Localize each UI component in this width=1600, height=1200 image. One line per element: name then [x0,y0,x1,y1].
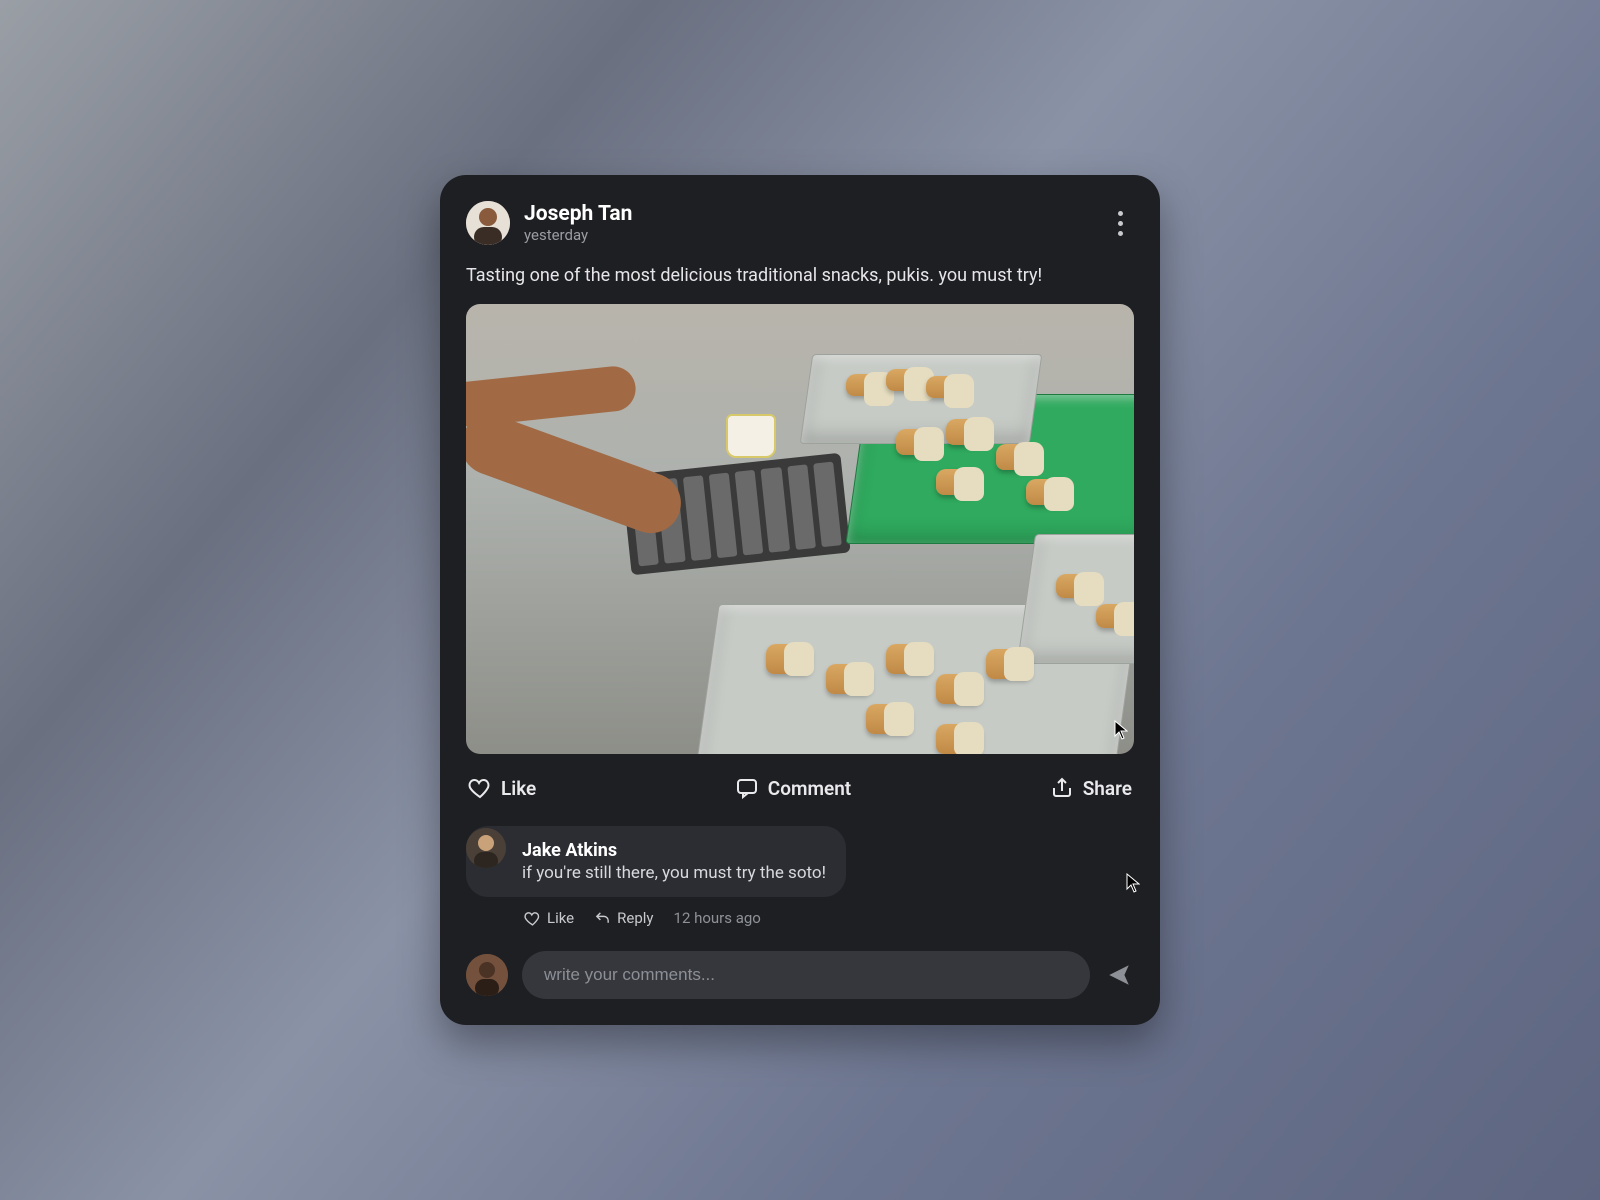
heart-icon [468,776,492,800]
current-user-avatar[interactable] [466,954,508,996]
more-options-button[interactable] [1106,211,1134,236]
comment-button[interactable]: Comment [735,776,851,800]
post-header-text: Joseph Tan yesterday [524,202,1106,244]
post-card: Joseph Tan yesterday Tasting one of the … [440,175,1160,1025]
share-icon [1050,776,1074,800]
comment-like-label: Like [547,909,574,927]
comment-icon [735,776,759,800]
comment-like-button[interactable]: Like [524,909,574,927]
share-button[interactable]: Share [1050,776,1132,800]
reply-icon [594,910,611,927]
dots-icon [1118,211,1123,216]
author-avatar[interactable] [466,201,510,245]
post-actions: Like Comment Share [466,772,1134,804]
post-header: Joseph Tan yesterday [466,201,1134,245]
comment-input[interactable] [522,951,1090,999]
comment-timestamp: 12 hours ago [674,909,761,927]
comment-label: Comment [768,777,851,800]
send-button[interactable] [1104,960,1134,990]
comment-text: if you're still there, you must try the … [522,863,826,883]
commenter-name[interactable]: Jake Atkins [522,840,826,861]
post-timestamp: yesterday [524,226,1106,244]
like-label: Like [501,777,536,800]
like-button[interactable]: Like [468,776,536,800]
comment-composer [466,951,1134,999]
comment-item: Jake Atkins if you're still there, you m… [466,826,1134,927]
share-label: Share [1083,777,1132,800]
author-name[interactable]: Joseph Tan [524,202,1106,226]
comment-bubble: Jake Atkins if you're still there, you m… [466,826,846,897]
heart-icon [524,910,541,927]
send-icon [1106,962,1132,988]
comment-reply-button[interactable]: Reply [594,909,653,927]
comment-actions: Like Reply 12 hours ago [506,909,1134,927]
post-body-text: Tasting one of the most delicious tradit… [466,265,1134,286]
commenter-avatar[interactable] [466,828,506,868]
comment-reply-label: Reply [617,909,653,927]
post-image[interactable] [466,304,1134,754]
